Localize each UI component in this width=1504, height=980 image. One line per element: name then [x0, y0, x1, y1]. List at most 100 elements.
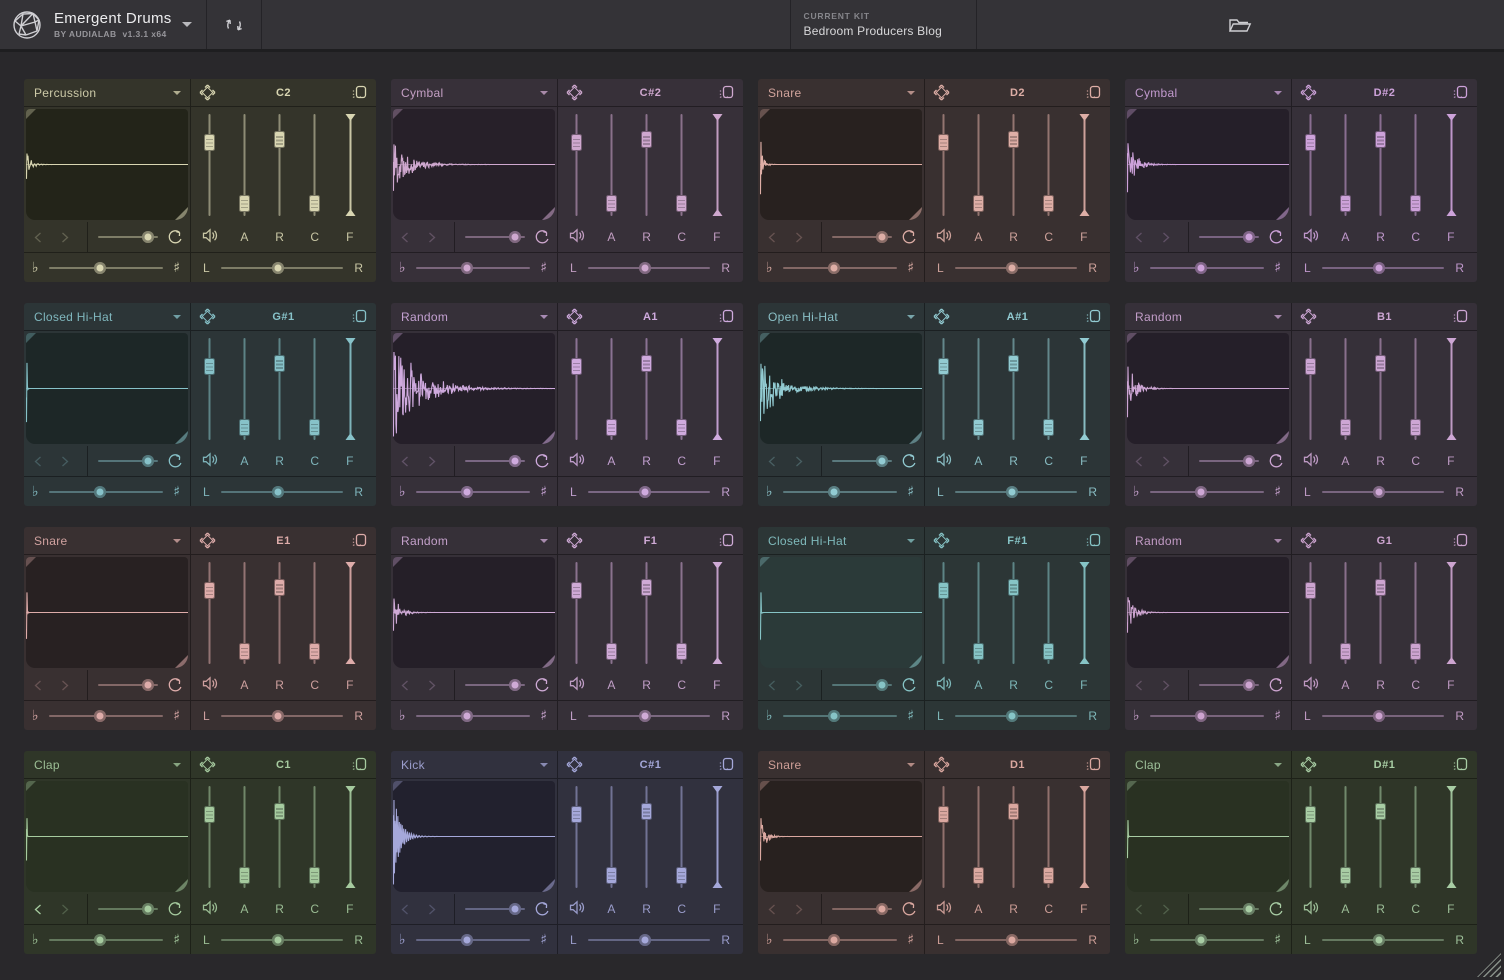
load-kit-button[interactable]: [977, 0, 1504, 49]
next-sample-button[interactable]: [1152, 446, 1179, 476]
pan-slider[interactable]: [955, 932, 1078, 948]
move-pad-handle[interactable]: [933, 84, 950, 101]
color-slider[interactable]: [306, 562, 323, 664]
pan-knob[interactable]: [1373, 486, 1385, 498]
pad-type-dropdown[interactable]: Snare: [758, 751, 925, 779]
color-slider[interactable]: [1407, 562, 1424, 664]
release-slider-handle[interactable]: [274, 131, 285, 148]
move-pad-handle[interactable]: [199, 532, 216, 549]
filter-low-handle[interactable]: [712, 433, 722, 440]
waveform-display[interactable]: [1127, 781, 1289, 892]
generate-sample-button[interactable]: [900, 676, 918, 694]
color-slider-handle[interactable]: [1410, 195, 1421, 212]
color-slider-handle[interactable]: [1410, 419, 1421, 436]
sample-history-knob[interactable]: [509, 231, 521, 243]
filter-low-handle[interactable]: [712, 657, 722, 664]
move-pad-handle[interactable]: [933, 532, 950, 549]
release-slider[interactable]: [271, 786, 288, 888]
pitch-slider[interactable]: [49, 484, 164, 500]
next-sample-button[interactable]: [51, 222, 78, 252]
color-slider[interactable]: [673, 114, 690, 216]
volume-slider[interactable]: [568, 114, 585, 216]
pitch-knob[interactable]: [1195, 710, 1207, 722]
pitch-knob[interactable]: [461, 262, 473, 274]
release-slider-handle[interactable]: [1375, 803, 1386, 820]
volume-slider-handle[interactable]: [571, 806, 582, 823]
next-sample-button[interactable]: [51, 670, 78, 700]
prev-sample-button[interactable]: [1125, 222, 1152, 252]
sample-history-slider[interactable]: [465, 677, 525, 693]
release-slider[interactable]: [1005, 562, 1022, 664]
pan-slider[interactable]: [588, 708, 711, 724]
release-slider[interactable]: [638, 562, 655, 664]
filter-range-slider[interactable]: [1443, 786, 1460, 888]
next-sample-button[interactable]: [785, 222, 812, 252]
pitch-slider[interactable]: [49, 708, 164, 724]
volume-slider-handle[interactable]: [204, 806, 215, 823]
generate-sample-button[interactable]: [900, 228, 918, 246]
waveform-display[interactable]: [760, 557, 922, 668]
filter-range-slider[interactable]: [1076, 786, 1093, 888]
pad-type-dropdown[interactable]: Random: [391, 303, 558, 331]
drag-export-button[interactable]: [1452, 308, 1469, 325]
filter-high-handle[interactable]: [712, 786, 722, 793]
sample-history-knob[interactable]: [142, 679, 154, 691]
release-slider[interactable]: [638, 114, 655, 216]
filter-range-slider[interactable]: [1076, 338, 1093, 440]
pitch-knob[interactable]: [94, 486, 106, 498]
sample-history-knob[interactable]: [142, 455, 154, 467]
pad-type-dropdown[interactable]: Cymbal: [1125, 79, 1292, 107]
filter-range-slider[interactable]: [709, 562, 726, 664]
volume-slider-handle[interactable]: [1305, 134, 1316, 151]
attack-slider[interactable]: [970, 786, 987, 888]
sample-history-knob[interactable]: [876, 903, 888, 915]
drag-export-button[interactable]: [351, 84, 368, 101]
next-sample-button[interactable]: [785, 670, 812, 700]
filter-high-handle[interactable]: [1446, 786, 1456, 793]
next-sample-button[interactable]: [785, 894, 812, 924]
generate-sample-button[interactable]: [1267, 676, 1285, 694]
next-sample-button[interactable]: [785, 446, 812, 476]
next-sample-button[interactable]: [418, 894, 445, 924]
next-sample-button[interactable]: [1152, 894, 1179, 924]
release-slider-handle[interactable]: [1008, 579, 1019, 596]
drag-export-button[interactable]: [1085, 756, 1102, 773]
pitch-slider[interactable]: [783, 260, 898, 276]
drag-export-button[interactable]: [1085, 308, 1102, 325]
pitch-knob[interactable]: [1195, 262, 1207, 274]
color-slider-handle[interactable]: [676, 643, 687, 660]
pitch-knob[interactable]: [828, 486, 840, 498]
waveform-display[interactable]: [1127, 109, 1289, 220]
sample-history-knob[interactable]: [509, 455, 521, 467]
pad-type-dropdown[interactable]: Snare: [758, 79, 925, 107]
prev-sample-button[interactable]: [24, 670, 51, 700]
pan-knob[interactable]: [1006, 262, 1018, 274]
pan-knob[interactable]: [1373, 934, 1385, 946]
pitch-slider[interactable]: [1150, 260, 1265, 276]
waveform-display[interactable]: [760, 109, 922, 220]
pan-slider[interactable]: [1322, 932, 1445, 948]
attack-slider[interactable]: [1337, 114, 1354, 216]
volume-slider[interactable]: [935, 562, 952, 664]
drag-export-button[interactable]: [351, 308, 368, 325]
prev-sample-button[interactable]: [24, 222, 51, 252]
volume-slider[interactable]: [201, 338, 218, 440]
pad-type-dropdown[interactable]: Percussion: [24, 79, 191, 107]
release-slider[interactable]: [1372, 562, 1389, 664]
attack-slider[interactable]: [236, 114, 253, 216]
color-slider-handle[interactable]: [1043, 867, 1054, 884]
drag-export-button[interactable]: [1085, 532, 1102, 549]
pad-type-dropdown[interactable]: Open Hi-Hat: [758, 303, 925, 331]
sample-history-slider[interactable]: [465, 901, 525, 917]
release-slider-handle[interactable]: [1375, 355, 1386, 372]
attack-slider-handle[interactable]: [1340, 643, 1351, 660]
attack-slider-handle[interactable]: [973, 867, 984, 884]
generate-sample-button[interactable]: [1267, 452, 1285, 470]
waveform-display[interactable]: [393, 781, 555, 892]
generate-sample-button[interactable]: [1267, 228, 1285, 246]
pitch-knob[interactable]: [1195, 486, 1207, 498]
color-slider[interactable]: [673, 562, 690, 664]
volume-slider-handle[interactable]: [1305, 358, 1316, 375]
pan-slider[interactable]: [955, 484, 1078, 500]
waveform-display[interactable]: [393, 333, 555, 444]
